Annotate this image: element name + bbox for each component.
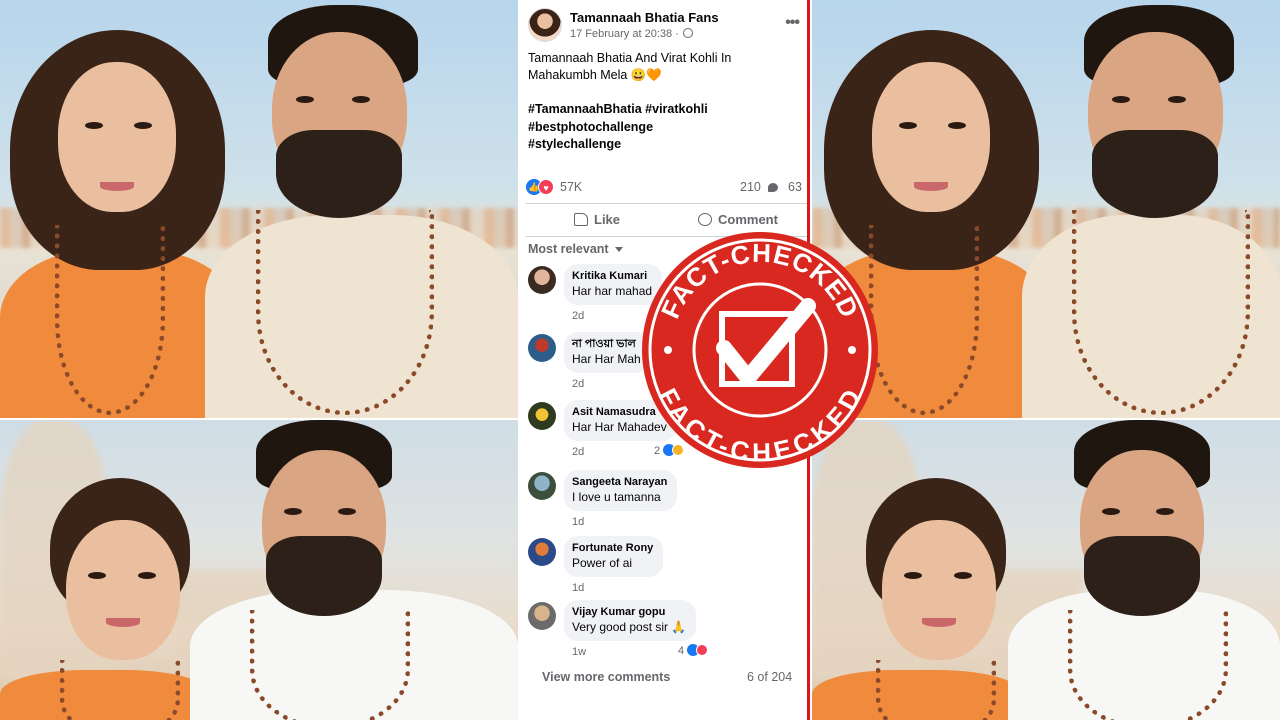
comment-sort-dropdown[interactable]: Most relevant <box>528 242 623 256</box>
commenter-name[interactable]: Sangeeta Narayan <box>572 475 667 489</box>
share-count[interactable]: 63 <box>788 180 802 194</box>
comment-time[interactable]: 2d <box>572 446 584 458</box>
fact-checked-stamp: FACT-CHECKED FACT-CHECKED <box>642 232 878 468</box>
like-label: Like <box>594 212 621 227</box>
post-hashtags: #TamannaahBhatia #viratkohli #bestphotoc… <box>528 101 798 154</box>
photo-top-left <box>0 0 518 418</box>
thumbs-up-icon <box>574 213 588 226</box>
post-text: Tamannaah Bhatia And Virat Kohli In Maha… <box>528 51 732 82</box>
comment-time[interactable]: 2d <box>572 378 584 390</box>
love-reaction-icon[interactable]: ♥ <box>538 179 554 195</box>
comment-time[interactable]: 1d <box>572 516 584 528</box>
comment-text: Har Har Mah <box>572 352 641 366</box>
comment-item: Sangeeta Narayan I love u tamanna 1d <box>528 470 801 532</box>
comment-time[interactable]: 1w <box>572 646 586 658</box>
commenter-name[interactable]: না পাওয়া ভাল <box>572 337 641 351</box>
commenter-name[interactable]: Fortunate Rony <box>572 541 653 555</box>
comment-text: Very good post sir 🙏 <box>572 620 687 634</box>
reaction-summary: 👍 ♥ 57K 210 63 <box>526 178 807 196</box>
commenter-avatar[interactable] <box>528 334 556 362</box>
comment-bubble: Sangeeta Narayan I love u tamanna <box>564 470 678 511</box>
page-avatar[interactable] <box>528 8 562 42</box>
caret-down-icon <box>614 247 623 252</box>
post-header: Tamannaah Bhatia Fans 17 February at 20:… <box>528 8 800 48</box>
post-timestamp[interactable]: 17 February at 20:38 · <box>570 28 693 40</box>
comment-count-icon <box>768 183 778 192</box>
page-name[interactable]: Tamannaah Bhatia Fans <box>570 10 719 25</box>
commenter-avatar[interactable] <box>528 402 556 430</box>
more-options-icon[interactable]: ••• <box>785 14 800 32</box>
view-more-comments-link[interactable]: View more comments <box>542 670 670 684</box>
comment-text: I love u tamanna <box>572 490 661 504</box>
globe-icon <box>682 28 693 38</box>
hashtag-line[interactable]: #stylechallenge <box>528 136 798 154</box>
commenter-avatar[interactable] <box>528 266 556 294</box>
comment-bubble: Vijay Kumar gopu Very good post sir 🙏 <box>564 600 697 641</box>
photo-bottom-right <box>812 420 1280 720</box>
comment-time[interactable]: 2d <box>572 310 584 322</box>
like-button[interactable]: Like <box>574 204 620 236</box>
comment-bubble: Fortunate Rony Power of ai <box>564 536 664 577</box>
reaction-count[interactable]: 57K <box>560 180 582 194</box>
comment-reaction-count: 4 <box>678 645 685 657</box>
comment-reactions[interactable]: 4 <box>678 644 709 657</box>
commenter-name[interactable]: Vijay Kumar gopu <box>572 605 686 619</box>
sort-label: Most relevant <box>528 242 609 256</box>
comment-item: Vijay Kumar gopu Very good post sir 🙏 1w… <box>528 600 801 662</box>
comment-label: Comment <box>718 212 778 227</box>
hashtag-line[interactable]: #bestphotochallenge <box>528 119 798 137</box>
timestamp-text[interactable]: 17 February at 20:38 · <box>570 28 679 40</box>
photo-top-right <box>812 0 1280 418</box>
photo-bottom-left <box>0 420 518 720</box>
hashtag-line[interactable]: #TamannaahBhatia #viratkohli <box>528 101 798 119</box>
commenter-avatar[interactable] <box>528 538 556 566</box>
commenter-avatar[interactable] <box>528 472 556 500</box>
comment-item: Fortunate Rony Power of ai 1d <box>528 536 801 598</box>
commenter-avatar[interactable] <box>528 602 556 630</box>
comment-text: Power of ai <box>572 556 633 570</box>
stamp-dot-left <box>664 346 672 354</box>
stamp-dot-right <box>848 346 856 354</box>
comment-time[interactable]: 1d <box>572 582 584 594</box>
comment-page-indicator: 6 of 204 <box>747 670 793 684</box>
love-reaction-icon <box>696 644 709 656</box>
comment-count[interactable]: 210 <box>740 180 761 194</box>
comment-bubble-icon <box>698 213 712 226</box>
divider-left <box>0 418 518 420</box>
divider-right <box>812 418 1280 420</box>
